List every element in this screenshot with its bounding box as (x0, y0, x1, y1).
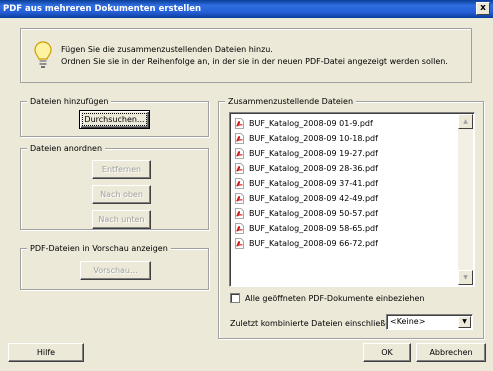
file-list-item[interactable]: BUF_Katalog_2008-09 42-49.pdf (234, 192, 378, 204)
include-open-label: Alle geöffneten PDF-Dokumente einbeziehe… (245, 294, 425, 303)
vertical-scrollbar[interactable]: ▲ ▼ (458, 114, 473, 285)
recent-files-value: <Keine> (390, 317, 426, 326)
help-button[interactable]: Hilfe (8, 343, 84, 362)
pdf-file-icon (235, 237, 244, 249)
pdf-file-icon (235, 177, 244, 189)
file-name: BUF_Katalog_2008-09 37-41.pdf (249, 178, 378, 188)
instruction-box: Fügen Sie die zusammenzustellenden Datei… (20, 28, 472, 83)
recent-files-select[interactable]: <Keine> ▼ (386, 314, 473, 330)
file-list-item[interactable]: BUF_Katalog_2008-09 58-65.pdf (234, 222, 378, 234)
file-name: BUF_Katalog_2008-09 28-36.pdf (249, 163, 378, 173)
window-title: PDF aus mehreren Dokumenten erstellen (3, 4, 202, 14)
file-list-item[interactable]: BUF_Katalog_2008-09 37-41.pdf (234, 177, 378, 189)
include-open-checkbox[interactable] (230, 293, 240, 303)
file-list-item[interactable]: BUF_Katalog_2008-09 28-36.pdf (234, 162, 378, 174)
instruction-line-1: Fügen Sie die zusammenzustellenden Datei… (61, 45, 273, 54)
pdf-file-icon (235, 117, 244, 129)
file-list-item[interactable]: BUF_Katalog_2008-09 50-57.pdf (234, 207, 378, 219)
files-legend: Zusammenzustellende Dateien (225, 96, 357, 107)
recent-files-label: Zuletzt kombinierte Dateien einschließen… (230, 319, 398, 328)
ok-button[interactable]: OK (363, 343, 411, 362)
pdf-file-icon (235, 162, 244, 174)
move-up-button[interactable]: Nach oben (92, 185, 151, 204)
pdf-file-icon (235, 147, 244, 159)
pdf-file-icon (235, 132, 244, 144)
pdf-file-icon (235, 222, 244, 234)
file-list[interactable]: BUF_Katalog_2008-09 01-9.pdf BUF_Katalog_… (229, 112, 475, 287)
file-list-item[interactable]: BUF_Katalog_2008-09 01-9.pdf (234, 117, 373, 129)
file-name: BUF_Katalog_2008-09 50-57.pdf (249, 208, 378, 218)
cancel-button[interactable]: Abbrechen (416, 343, 486, 362)
scroll-up-icon[interactable]: ▲ (458, 114, 473, 129)
file-list-item[interactable]: BUF_Katalog_2008-09 19-27.pdf (234, 147, 378, 159)
preview-button[interactable]: Vorschau... (80, 261, 151, 280)
preview-legend: PDF-Dateien in Vorschau anzeigen (27, 243, 171, 254)
pdf-file-icon (235, 192, 244, 204)
remove-button[interactable]: Entfernen (92, 160, 151, 179)
add-files-legend: Dateien hinzufügen (27, 96, 112, 107)
chevron-down-icon[interactable]: ▼ (458, 316, 471, 328)
lightbulb-icon (34, 41, 52, 68)
file-name: BUF_Katalog_2008-09 66-72.pdf (249, 238, 378, 248)
file-name: BUF_Katalog_2008-09 19-27.pdf (249, 148, 378, 158)
file-list-item[interactable]: BUF_Katalog_2008-09 10-18.pdf (234, 132, 378, 144)
instruction-line-2: Ordnen Sie sie in der Reihenfolge an, in… (61, 57, 448, 66)
file-name: BUF_Katalog_2008-09 58-65.pdf (249, 223, 378, 233)
title-bar: PDF aus mehreren Dokumenten erstellen x (0, 0, 493, 18)
move-down-button[interactable]: Nach unten (92, 210, 151, 229)
file-list-item[interactable]: BUF_Katalog_2008-09 66-72.pdf (234, 237, 378, 249)
browse-button[interactable]: Durchsuchen... (79, 110, 150, 129)
arrange-files-legend: Dateien anordnen (27, 143, 106, 154)
pdf-file-icon (235, 207, 244, 219)
file-name: BUF_Katalog_2008-09 01-9.pdf (249, 118, 373, 128)
file-name: BUF_Katalog_2008-09 42-49.pdf (249, 193, 378, 203)
file-name: BUF_Katalog_2008-09 10-18.pdf (249, 133, 378, 143)
close-button[interactable]: x (476, 2, 490, 15)
scroll-down-icon[interactable]: ▼ (458, 270, 473, 285)
